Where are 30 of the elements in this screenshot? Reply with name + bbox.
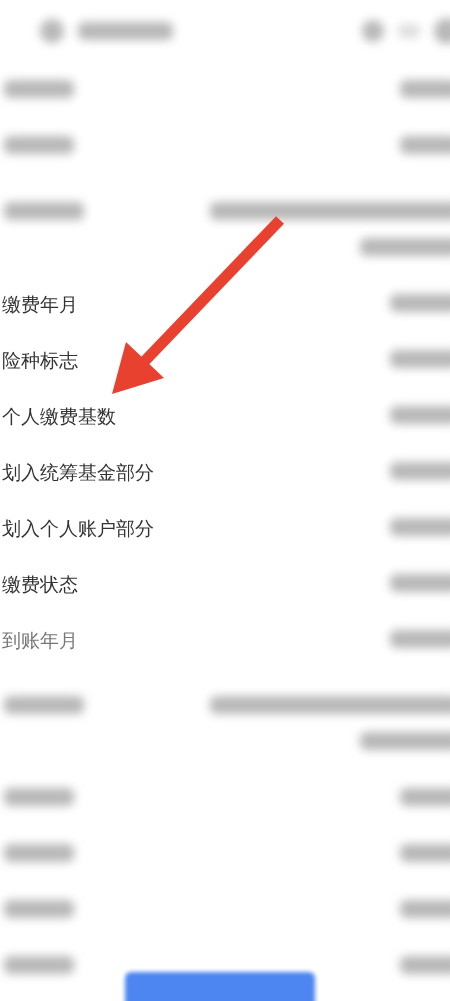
blurred-icon	[362, 20, 384, 42]
blurred-icon	[398, 24, 420, 38]
blurred-text	[390, 574, 450, 592]
field-label: 划入个人账户部分	[2, 518, 154, 538]
blurred-text	[4, 844, 74, 862]
blurred-text	[400, 136, 450, 154]
blurred-text	[400, 844, 450, 862]
blurred-text	[390, 462, 450, 480]
blurred-icon	[40, 19, 64, 43]
blurred-text	[4, 788, 74, 806]
field-label: 到账年月	[2, 630, 78, 650]
blurred-text	[400, 788, 450, 806]
blurred-text	[4, 956, 74, 974]
blurred-text	[4, 900, 74, 918]
field-label: 缴费年月	[2, 294, 78, 314]
blurred-text	[400, 80, 450, 98]
blurred-text	[4, 136, 74, 154]
field-label: 划入统筹基金部分	[2, 462, 154, 482]
field-label: 缴费状态	[2, 574, 78, 594]
field-label: 险种标志	[2, 350, 78, 370]
blurred-text	[4, 80, 74, 98]
blurred-text	[390, 294, 450, 312]
blurred-text	[400, 900, 450, 918]
field-label: 个人缴费基数	[2, 406, 116, 426]
blurred-text	[390, 630, 450, 648]
blurred-button[interactable]	[125, 972, 315, 1001]
blurred-text	[390, 406, 450, 424]
blurred-text	[390, 350, 450, 368]
blurred-text	[400, 956, 450, 974]
blurred-text	[390, 518, 450, 536]
